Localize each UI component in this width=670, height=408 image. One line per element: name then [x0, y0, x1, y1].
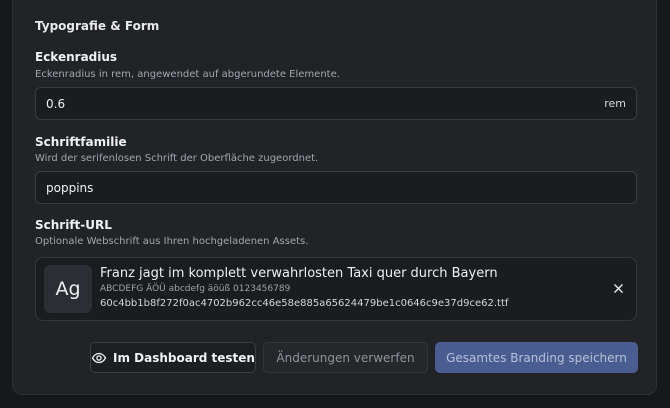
close-icon — [613, 283, 623, 293]
font-preview-badge: Ag — [44, 265, 92, 313]
section-title: Typografie & Form — [35, 19, 160, 33]
test-button-label: Im Dashboard testen — [113, 350, 255, 365]
test-in-dashboard-button[interactable]: Im Dashboard testen — [90, 342, 256, 373]
font-url-label: Schrift-URL — [35, 218, 112, 232]
radius-input[interactable]: 0.6 rem — [35, 87, 637, 120]
radius-label: Eckenradius — [35, 50, 118, 64]
family-value: poppins — [46, 180, 94, 195]
radius-hint: Eckenradius in rem, angewendet auf abger… — [35, 69, 340, 80]
remove-font-button[interactable] — [610, 280, 626, 296]
font-charset-sample: ABCDEFG ÄÖÜ abcdefg äöüß 0123456789 — [100, 284, 291, 294]
discard-changes-button[interactable]: Änderungen verwerfen — [263, 342, 428, 373]
family-hint: Wird der serifenlosen Schrift der Oberfl… — [35, 153, 319, 164]
family-input[interactable]: poppins — [35, 171, 637, 204]
eye-icon — [91, 350, 107, 366]
font-filename: 60c4bb1b8f272f0ac4702b962cc46e58e885a656… — [100, 298, 509, 309]
radius-unit: rem — [604, 97, 626, 110]
font-file-card: Ag Franz jagt im komplett verwahrlosten … — [35, 257, 637, 321]
save-branding-button[interactable]: Gesamtes Branding speichern — [435, 342, 638, 373]
family-label: Schriftfamilie — [35, 135, 127, 149]
font-preview-text: Franz jagt im komplett verwahrlosten Tax… — [100, 266, 498, 281]
typography-panel: Typografie & Form Eckenradius Eckenradiu… — [12, 0, 657, 395]
font-url-hint: Optionale Webschrift aus Ihren hochgelad… — [35, 236, 309, 247]
radius-value: 0.6 — [46, 96, 66, 111]
